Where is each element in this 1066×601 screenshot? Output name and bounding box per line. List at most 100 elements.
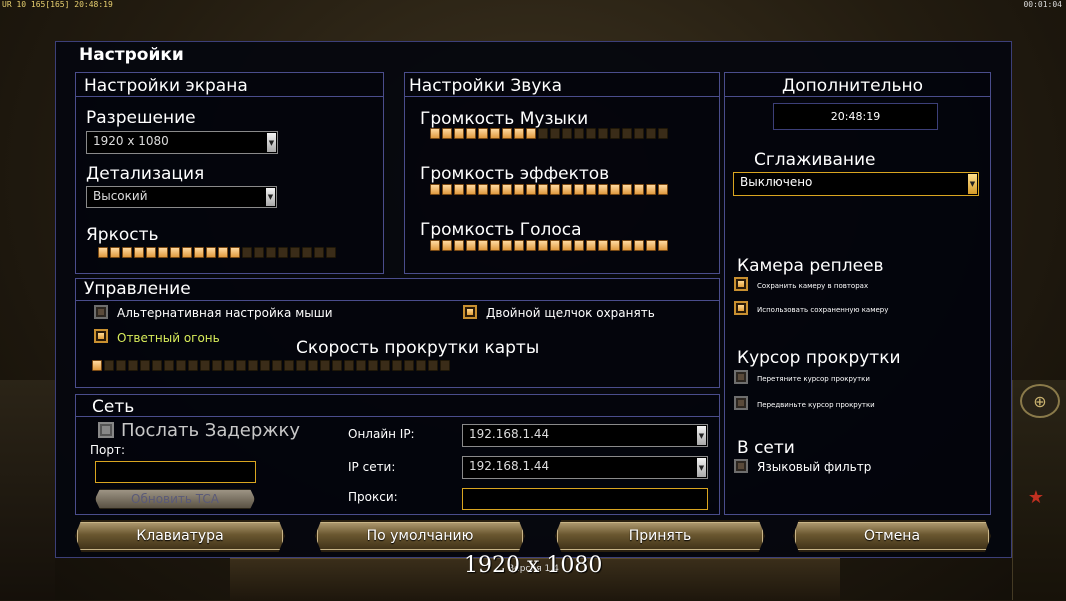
slider-segment[interactable]: [158, 247, 168, 258]
slider-segment[interactable]: [454, 240, 464, 251]
slider-segment[interactable]: [466, 240, 476, 251]
slider-segment[interactable]: [116, 360, 126, 371]
slider-segment[interactable]: [562, 128, 572, 139]
chevron-down-icon[interactable]: ▼: [697, 426, 706, 445]
slider-segment[interactable]: [622, 240, 632, 251]
slider-segment[interactable]: [514, 128, 524, 139]
slider-segment[interactable]: [574, 240, 584, 251]
slider-segment[interactable]: [622, 128, 632, 139]
slider-segment[interactable]: [152, 360, 162, 371]
scroll-move-checkbox[interactable]: [734, 396, 748, 410]
slider-segment[interactable]: [134, 247, 144, 258]
slider-segment[interactable]: [466, 128, 476, 139]
update-tca-button[interactable]: Обновить TCA: [95, 489, 255, 509]
slider-segment[interactable]: [380, 360, 390, 371]
slider-segment[interactable]: [272, 360, 282, 371]
slider-segment[interactable]: [538, 240, 548, 251]
slider-segment[interactable]: [442, 240, 452, 251]
slider-segment[interactable]: [122, 247, 132, 258]
slider-segment[interactable]: [206, 247, 216, 258]
alt-mouse-checkbox[interactable]: [94, 305, 108, 319]
slider-segment[interactable]: [634, 240, 644, 251]
slider-segment[interactable]: [98, 247, 108, 258]
slider-segment[interactable]: [598, 240, 608, 251]
slider-segment[interactable]: [478, 240, 488, 251]
detail-dropdown[interactable]: Высокий ▼: [86, 186, 277, 208]
slider-segment[interactable]: [344, 360, 354, 371]
defaults-button[interactable]: По умолчанию: [315, 520, 525, 552]
slider-segment[interactable]: [562, 184, 572, 195]
slider-segment[interactable]: [260, 360, 270, 371]
slider-segment[interactable]: [658, 128, 668, 139]
slider-segment[interactable]: [478, 128, 488, 139]
slider-segment[interactable]: [356, 360, 366, 371]
slider-segment[interactable]: [442, 184, 452, 195]
slider-segment[interactable]: [254, 247, 264, 258]
brightness-slider[interactable]: [98, 247, 336, 258]
slider-segment[interactable]: [634, 128, 644, 139]
slider-segment[interactable]: [502, 128, 512, 139]
music-volume-slider[interactable]: [430, 128, 668, 139]
slider-segment[interactable]: [266, 247, 276, 258]
slider-segment[interactable]: [586, 240, 596, 251]
slider-segment[interactable]: [242, 247, 252, 258]
voice-volume-slider[interactable]: [430, 240, 668, 251]
slider-segment[interactable]: [586, 128, 596, 139]
slider-segment[interactable]: [454, 128, 464, 139]
chevron-down-icon[interactable]: ▼: [266, 188, 275, 206]
slider-segment[interactable]: [574, 184, 584, 195]
port-input[interactable]: [95, 461, 256, 483]
slider-segment[interactable]: [140, 360, 150, 371]
slider-segment[interactable]: [598, 128, 608, 139]
slider-segment[interactable]: [146, 247, 156, 258]
slider-segment[interactable]: [634, 184, 644, 195]
slider-segment[interactable]: [194, 247, 204, 258]
slider-segment[interactable]: [368, 360, 378, 371]
double-click-checkbox[interactable]: [463, 305, 477, 319]
slider-segment[interactable]: [110, 247, 120, 258]
slider-segment[interactable]: [466, 184, 476, 195]
slider-segment[interactable]: [188, 360, 198, 371]
slider-segment[interactable]: [454, 184, 464, 195]
effects-volume-slider[interactable]: [430, 184, 668, 195]
language-filter-checkbox[interactable]: [734, 459, 748, 473]
slider-segment[interactable]: [610, 240, 620, 251]
slider-segment[interactable]: [490, 128, 500, 139]
slider-segment[interactable]: [646, 128, 656, 139]
slider-segment[interactable]: [646, 184, 656, 195]
slider-segment[interactable]: [646, 240, 656, 251]
cancel-button[interactable]: Отмена: [793, 520, 991, 552]
slider-segment[interactable]: [478, 184, 488, 195]
slider-segment[interactable]: [490, 184, 500, 195]
accept-button[interactable]: Принять: [555, 520, 765, 552]
slider-segment[interactable]: [224, 360, 234, 371]
slider-segment[interactable]: [490, 240, 500, 251]
slider-segment[interactable]: [502, 240, 512, 251]
slider-segment[interactable]: [514, 184, 524, 195]
slider-segment[interactable]: [236, 360, 246, 371]
slider-segment[interactable]: [200, 360, 210, 371]
slider-segment[interactable]: [562, 240, 572, 251]
slider-segment[interactable]: [574, 128, 584, 139]
slider-segment[interactable]: [538, 184, 548, 195]
slider-segment[interactable]: [230, 247, 240, 258]
slider-segment[interactable]: [658, 240, 668, 251]
slider-segment[interactable]: [92, 360, 102, 371]
slider-segment[interactable]: [284, 360, 294, 371]
slider-segment[interactable]: [550, 240, 560, 251]
slider-segment[interactable]: [526, 184, 536, 195]
chevron-down-icon[interactable]: ▼: [697, 458, 706, 477]
slider-segment[interactable]: [622, 184, 632, 195]
slider-segment[interactable]: [296, 360, 306, 371]
slider-segment[interactable]: [586, 184, 596, 195]
slider-segment[interactable]: [170, 247, 180, 258]
slider-segment[interactable]: [526, 128, 536, 139]
slider-segment[interactable]: [658, 184, 668, 195]
chevron-down-icon[interactable]: ▼: [968, 174, 977, 194]
scroll-drag-checkbox[interactable]: [734, 370, 748, 384]
lan-ip-dropdown[interactable]: 192.168.1.44 ▼: [462, 456, 708, 479]
slider-segment[interactable]: [392, 360, 402, 371]
proxy-input[interactable]: [462, 488, 708, 510]
slider-segment[interactable]: [164, 360, 174, 371]
slider-segment[interactable]: [428, 360, 438, 371]
